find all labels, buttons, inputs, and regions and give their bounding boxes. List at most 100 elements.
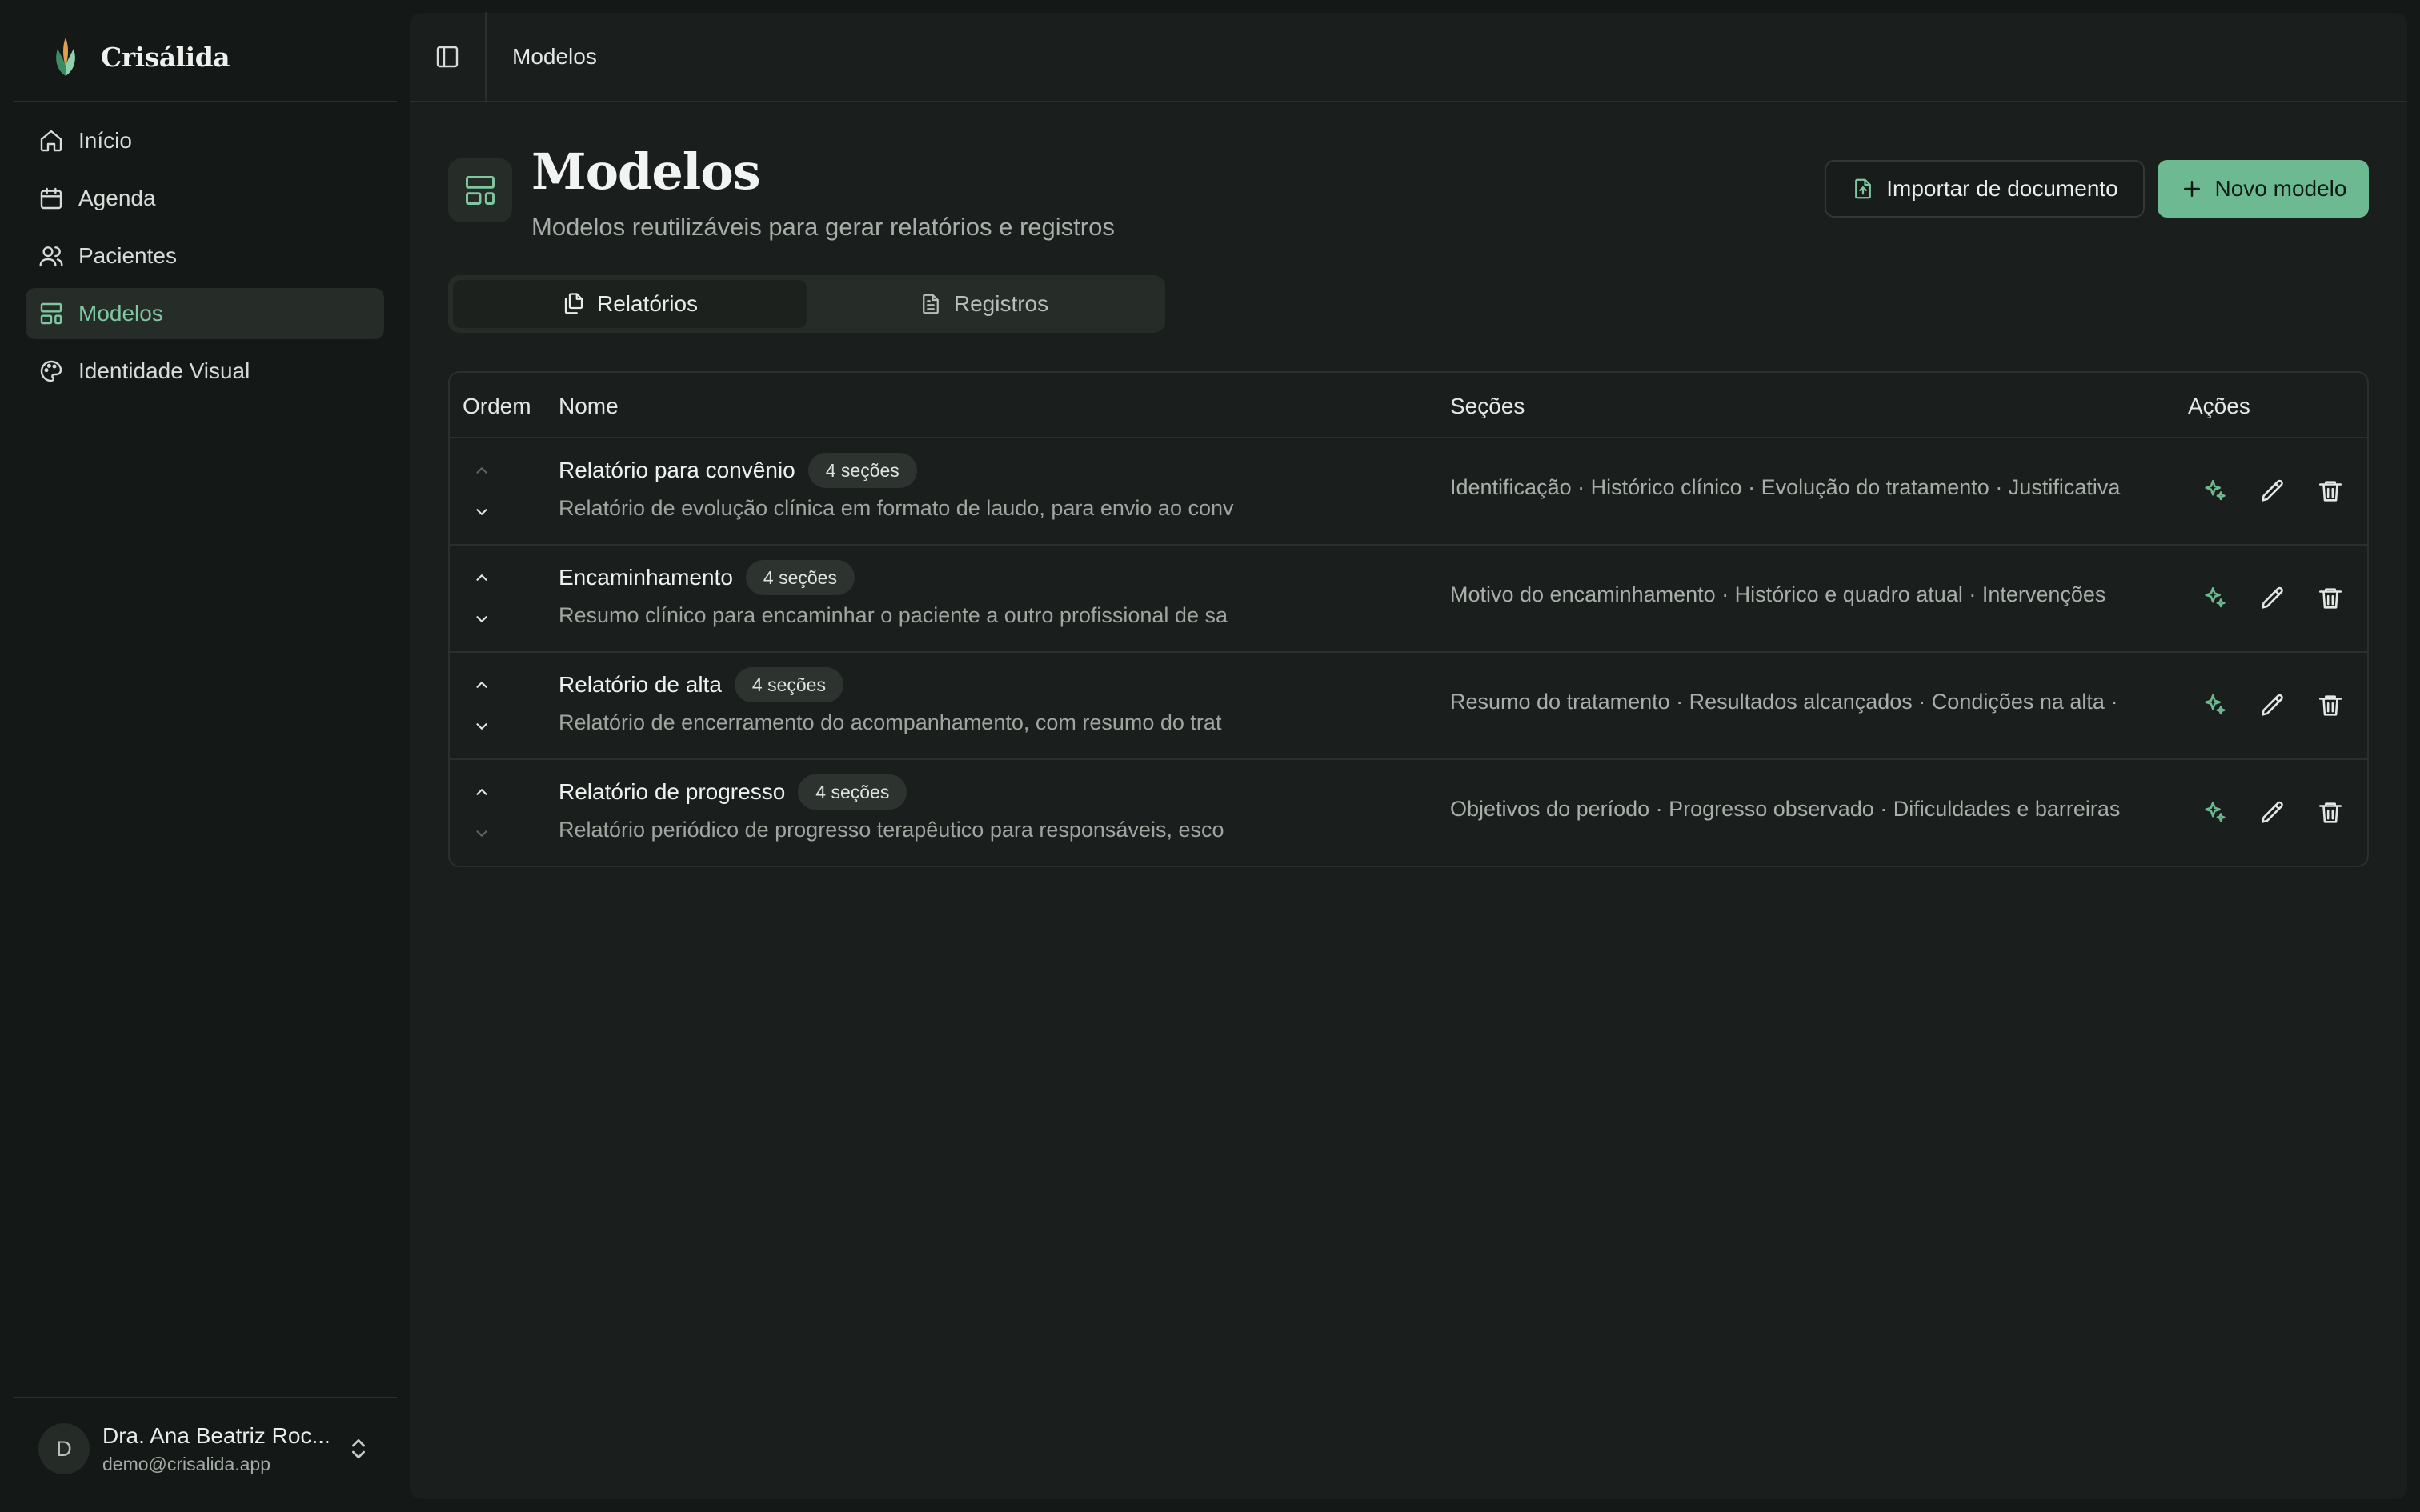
sidebar-item-agenda[interactable]: Agenda: [26, 173, 384, 224]
avatar: D: [38, 1423, 90, 1474]
table-row: Encaminhamento 4 seções Resumo clínico p…: [450, 546, 2367, 653]
model-name[interactable]: Relatório de alta 4 seções: [559, 667, 843, 702]
new-model-button[interactable]: Novo modelo: [2158, 160, 2369, 218]
models-table: Ordem Nome Seções Ações Relatório para c…: [448, 371, 2369, 867]
layout-template-icon: [38, 301, 64, 326]
palette-icon: [38, 358, 64, 384]
pencil-icon: [2261, 586, 2283, 609]
sidebar-item-label: Início: [78, 128, 132, 153]
delete-button[interactable]: [2316, 477, 2345, 506]
sections-count-badge: 4 seções: [807, 453, 917, 488]
sections-count-badge: 4 seções: [734, 667, 843, 702]
chevron-down-icon: [476, 616, 487, 622]
panel-left-icon: [436, 46, 459, 68]
sidebar-nav: Início Agenda Pacientes Modelos Identida…: [26, 115, 384, 403]
model-name[interactable]: Relatório para convênio 4 seções: [559, 453, 917, 488]
chevron-down-icon: [476, 509, 487, 515]
chevron-up-icon: [476, 574, 487, 581]
sparkles-icon: [2205, 479, 2226, 501]
sidebar: Crisálida Início Agenda Pacientes Modelo…: [13, 13, 397, 1499]
sidebar-item-identidade-visual[interactable]: Identidade Visual: [26, 346, 384, 397]
model-sections: Objetivos do período · Progresso observa…: [1450, 797, 2121, 821]
table-row: Relatório para convênio 4 seções Relatór…: [450, 438, 2367, 546]
chevron-up-icon: [476, 789, 487, 795]
layout-template-icon: [448, 158, 512, 222]
delete-button[interactable]: [2316, 584, 2345, 613]
tab-relatorios[interactable]: Relatórios: [453, 280, 807, 328]
brand[interactable]: Crisálida: [13, 13, 397, 102]
new-model-label: Novo modelo: [2214, 176, 2347, 201]
move-up-button[interactable]: [471, 566, 493, 589]
ai-generate-button[interactable]: [2201, 798, 2230, 827]
move-up-button[interactable]: [471, 459, 493, 482]
trash-icon: [2318, 588, 2342, 609]
user-email: demo@crisalida.app: [102, 1453, 271, 1474]
edit-button[interactable]: [2258, 798, 2287, 827]
import-document-button[interactable]: Importar de documento: [1825, 160, 2145, 218]
sidebar-item-label: Identidade Visual: [78, 358, 250, 383]
move-down-button[interactable]: [471, 501, 493, 523]
user-menu[interactable]: D Dra. Ana Beatriz Roc... demo@crisalida…: [13, 1397, 397, 1499]
table-row: Relatório de progresso 4 seções Relatóri…: [450, 760, 2367, 866]
chevrons-up-down-icon[interactable]: [346, 1436, 371, 1462]
sidebar-item-label: Agenda: [78, 186, 156, 210]
file-text-icon: [922, 294, 939, 314]
sidebar-item-label: Pacientes: [78, 243, 177, 268]
pencil-icon: [2261, 801, 2283, 823]
sidebar-item-label: Modelos: [78, 301, 163, 326]
files-icon: [564, 293, 583, 314]
sidebar-item-modelos[interactable]: Modelos: [26, 288, 384, 339]
chevron-up-icon: [476, 682, 487, 688]
move-up-button[interactable]: [471, 781, 493, 803]
home-icon: [38, 128, 64, 154]
model-name[interactable]: Relatório de progresso 4 seções: [559, 774, 908, 810]
calendar-icon: [38, 186, 64, 211]
users-icon: [38, 243, 64, 269]
edit-button[interactable]: [2258, 477, 2287, 506]
model-name-text: Encaminhamento: [559, 565, 733, 590]
trash-icon: [2318, 481, 2342, 502]
ai-generate-button[interactable]: [2201, 477, 2230, 506]
ai-generate-button[interactable]: [2201, 691, 2230, 720]
delete-button[interactable]: [2316, 691, 2345, 720]
model-sections: Motivo do encaminhamento · Histórico e q…: [1450, 582, 2106, 606]
header-sections: Seções: [1450, 394, 1525, 418]
ai-generate-button[interactable]: [2201, 584, 2230, 613]
user-info: Dra. Ana Beatriz Roc... demo@crisalida.a…: [102, 1423, 335, 1475]
model-description: Resumo clínico para encaminhar o pacient…: [559, 603, 1228, 627]
move-down-button[interactable]: [471, 608, 493, 630]
delete-button[interactable]: [2316, 798, 2345, 827]
tab-registros[interactable]: Registros: [807, 280, 1160, 328]
page-title: Modelos: [531, 142, 761, 201]
chevron-down-icon: [476, 830, 487, 837]
model-description: Relatório periódico de progresso terapêu…: [559, 818, 1224, 842]
chevron-down-icon: [476, 723, 487, 730]
pencil-icon: [2261, 479, 2283, 502]
table-header: Ordem Nome Seções Ações: [450, 373, 2367, 438]
trash-icon: [2318, 695, 2342, 716]
page-subtitle: Modelos reutilizáveis para gerar relatór…: [531, 213, 1115, 241]
sidebar-item-pacientes[interactable]: Pacientes: [26, 230, 384, 282]
model-sections: Resumo do tratamento · Resultados alcanç…: [1450, 690, 2118, 714]
sidebar-toggle-button[interactable]: [410, 12, 487, 102]
breadcrumb: Modelos: [512, 44, 597, 69]
edit-button[interactable]: [2258, 584, 2287, 613]
tab-label: Relatórios: [596, 291, 699, 316]
pencil-icon: [2261, 694, 2283, 716]
import-document-label: Importar de documento: [1886, 176, 2118, 201]
tabs: Relatórios Registros: [448, 275, 1165, 333]
header-actions: Ações: [2188, 394, 2250, 418]
sidebar-item-inicio[interactable]: Início: [26, 115, 384, 166]
model-sections: Identificação · Histórico clínico · Evol…: [1450, 475, 2121, 499]
model-name[interactable]: Encaminhamento 4 seções: [559, 560, 855, 595]
edit-button[interactable]: [2258, 691, 2287, 720]
sparkles-icon: [2205, 694, 2226, 715]
move-down-button[interactable]: [471, 822, 493, 845]
move-down-button[interactable]: [471, 715, 493, 738]
table-row: Relatório de alta 4 seções Relatório de …: [450, 653, 2367, 760]
move-up-button[interactable]: [471, 674, 493, 696]
header-order: Ordem: [463, 394, 531, 418]
sections-count-badge: 4 seções: [798, 774, 908, 810]
sections-count-badge: 4 seções: [745, 560, 855, 595]
user-name: Dra. Ana Beatriz Roc...: [102, 1422, 331, 1448]
